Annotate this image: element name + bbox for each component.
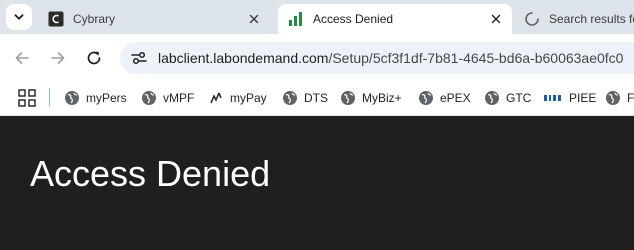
bookmark-mypay[interactable]: myPay [208, 88, 267, 108]
mypay-icon [208, 90, 224, 106]
reload-button[interactable] [82, 46, 106, 70]
page-content: Access Denied [0, 117, 634, 250]
close-icon[interactable] [488, 11, 504, 27]
chevron-down-icon [14, 14, 24, 20]
bookmark-label: PIEE [569, 91, 597, 105]
back-arrow-icon [15, 52, 29, 64]
piee-icon [543, 90, 563, 106]
tab-strip: Cybrary Access Denied Search results fo [0, 0, 634, 34]
tab-title: Cybrary [73, 12, 116, 26]
url-host: labclient.labondemand.com [158, 50, 329, 66]
url-text: labclient.labondemand.com/Setup/5cf3f1df… [158, 50, 623, 66]
browser-toolbar: labclient.labondemand.com/Setup/5cf3f1df… [0, 34, 634, 82]
bookmark-label: ePEX [440, 91, 471, 105]
tab-search-results[interactable]: Search results fo [514, 4, 634, 34]
bookmark-mypers[interactable]: myPers [64, 88, 127, 108]
bookmark-label: DTS [304, 91, 328, 105]
close-icon[interactable] [246, 11, 262, 27]
forward-arrow-icon [51, 52, 65, 64]
bookmark-fa[interactable]: Fa [605, 88, 634, 108]
tab-access-denied[interactable]: Access Denied [278, 4, 512, 34]
globe-icon [282, 90, 298, 106]
address-bar[interactable]: labclient.labondemand.com/Setup/5cf3f1df… [120, 42, 634, 74]
bookmark-dts[interactable]: DTS [282, 88, 328, 108]
globe-icon [141, 90, 157, 106]
tab-title: Search results fo [549, 12, 634, 26]
bar-chart-favicon [288, 11, 304, 27]
tab-search-button[interactable] [6, 4, 32, 30]
bookmark-label: vMPF [163, 91, 195, 105]
cybrary-favicon [48, 11, 64, 27]
url-path: /Setup/5cf3f1df-7b81-4645-bd6a-b60063ae0… [328, 50, 624, 66]
apps-grid-icon[interactable] [18, 89, 36, 107]
globe-icon [605, 90, 621, 106]
bookmark-vmpf[interactable]: vMPF [141, 88, 194, 108]
tab-title: Access Denied [313, 12, 394, 26]
globe-icon [64, 90, 80, 106]
bookmark-label: GTC [506, 91, 532, 105]
bookmark-label: MyBiz+ [362, 91, 402, 105]
bookmark-gtc[interactable]: GTC [484, 88, 531, 108]
forward-button[interactable] [46, 46, 70, 70]
site-settings-icon[interactable] [130, 49, 148, 67]
globe-icon [340, 90, 356, 106]
bookmark-label: Fa [627, 91, 634, 105]
bookmarks-divider [49, 88, 50, 106]
bookmark-epex[interactable]: ePEX [418, 88, 471, 108]
bookmark-label: myPers [86, 91, 127, 105]
bookmark-label: myPay [230, 91, 267, 105]
globe-icon [418, 90, 434, 106]
back-button[interactable] [10, 46, 34, 70]
page-title: Access Denied [30, 153, 271, 194]
globe-icon [484, 90, 500, 106]
bookmark-mybiz[interactable]: MyBiz+ [340, 88, 402, 108]
loading-favicon [524, 11, 540, 27]
tab-cybrary[interactable]: Cybrary [38, 4, 270, 34]
bookmark-piee[interactable]: PIEE [543, 88, 596, 108]
bookmarks-bar: myPers vMPF myPay DTS MyBiz+ ePEX GTC PI… [0, 82, 634, 116]
reload-icon [87, 51, 101, 65]
